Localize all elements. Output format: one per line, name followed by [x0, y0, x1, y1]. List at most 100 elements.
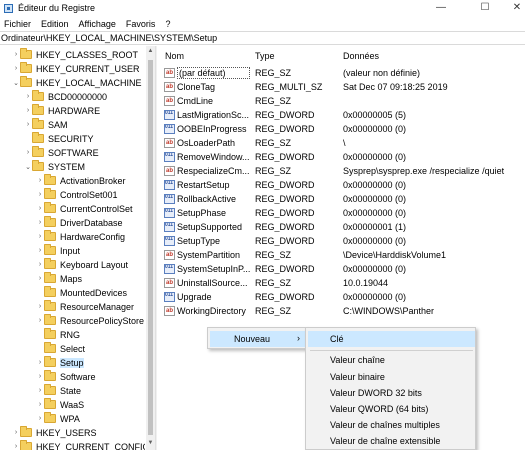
value-row[interactable]: ab SystemPartition REG_SZ \Device\HarddiskV… [158, 248, 525, 262]
value-row[interactable]: 011 110SetupPhase REG_DWORD 0x00000000 (0) [158, 206, 525, 220]
chevron-right-icon[interactable]: › [36, 275, 44, 282]
chevron-right-icon[interactable]: › [36, 317, 44, 324]
tree-node-hardwareconfig[interactable]: › HardwareConfig [36, 230, 125, 243]
menu-item-valeur-binaire[interactable]: Valeur binaire [308, 369, 475, 385]
tree-node-resourcepolicystore[interactable]: › ResourcePolicyStore [36, 314, 144, 327]
chevron-right-icon[interactable]: › [36, 387, 44, 394]
tree-node-state[interactable]: › State [36, 384, 81, 397]
chevron-right-icon[interactable]: › [12, 443, 20, 450]
column-header-data[interactable]: Données [343, 51, 379, 63]
tree-node-system[interactable]: ⌄ SYSTEM [24, 160, 85, 173]
chevron-right-icon[interactable]: › [36, 247, 44, 254]
tree-node-select[interactable]: Select [36, 342, 85, 355]
scroll-up-arrow-icon[interactable]: ▲ [146, 48, 155, 56]
maximize-button[interactable]: ☐ [468, 0, 502, 14]
menu-item-nouveau[interactable]: Nouveau › [210, 331, 306, 347]
tree-scrollbar[interactable]: ▲ ▼ [146, 46, 155, 450]
folder-icon [44, 370, 56, 381]
chevron-right-icon[interactable]: › [24, 149, 32, 156]
tree-node-security[interactable]: SECURITY [24, 132, 94, 145]
tree-node-activationbroker[interactable]: › ActivationBroker [36, 174, 126, 187]
tree-node-keyboardlayout[interactable]: › Keyboard Layout [36, 258, 128, 271]
chevron-right-icon[interactable]: › [36, 177, 44, 184]
chevron-right-icon[interactable]: › [36, 401, 44, 408]
value-row[interactable]: 011 110SetupType REG_DWORD 0x00000000 (0) [158, 234, 525, 248]
menu-edition[interactable]: Edition [41, 19, 69, 29]
chevron-right-icon[interactable]: › [12, 51, 20, 58]
scrollbar-thumb[interactable] [148, 60, 153, 435]
chevron-right-icon[interactable]: › [24, 121, 32, 128]
chevron-right-icon[interactable]: › [12, 429, 20, 436]
tree-node-mounteddevices[interactable]: MountedDevices [36, 286, 127, 299]
chevron-right-icon[interactable]: › [36, 233, 44, 240]
tree-node-driverdatabase[interactable]: › DriverDatabase [36, 216, 123, 229]
address-path[interactable]: Ordinateur\HKEY_LOCAL_MACHINE\SYSTEM\Set… [1, 33, 217, 43]
value-row[interactable]: 011 110LastMigrationSc... REG_DWORD 0x0000… [158, 108, 525, 122]
value-row[interactable]: ab UninstallSource... REG_SZ 10.0.19044 [158, 276, 525, 290]
menu-fichier[interactable]: Fichier [4, 19, 31, 29]
tree-node-hkcr[interactable]: › HKEY_CLASSES_ROOT [12, 48, 138, 61]
chevron-right-icon[interactable]: › [36, 261, 44, 268]
menu-affichage[interactable]: Affichage [79, 19, 116, 29]
value-row[interactable]: 011 110Upgrade REG_DWORD 0x00000000 (0) [158, 290, 525, 304]
value-row[interactable]: 011 110RemoveWindow... REG_DWORD 0x0000000… [158, 150, 525, 164]
tree-node-software-sub[interactable]: › Software [36, 370, 96, 383]
tree-node-hkcc[interactable]: › HKEY_CURRENT_CONFIG [12, 440, 145, 450]
value-row[interactable]: ab CloneTag REG_MULTI_SZ Sat Dec 07 09:18:2… [158, 80, 525, 94]
chevron-right-icon[interactable]: › [36, 373, 44, 380]
value-row[interactable]: 011 110OOBEInProgress REG_DWORD 0x00000000… [158, 122, 525, 136]
column-header-type[interactable]: Type [255, 51, 275, 63]
tree-node-input[interactable]: › Input [36, 244, 80, 257]
tree-node-hkcu[interactable]: › HKEY_CURRENT_USER [12, 62, 140, 75]
menu-help[interactable]: ? [165, 19, 170, 29]
value-row[interactable]: 011 110RollbackActive REG_DWORD 0x00000000… [158, 192, 525, 206]
tree-node-hardware[interactable]: › HARDWARE [24, 104, 100, 117]
tree-node-rng[interactable]: RNG [36, 328, 80, 341]
chevron-right-icon[interactable]: › [36, 359, 44, 366]
value-row[interactable]: ab (par défaut) REG_SZ (valeur non définie) [158, 66, 525, 80]
address-bar[interactable]: Ordinateur\HKEY_LOCAL_MACHINE\SYSTEM\Set… [0, 31, 525, 45]
column-header-name[interactable]: Nom [165, 51, 184, 63]
scroll-down-arrow-icon[interactable]: ▼ [146, 440, 155, 448]
chevron-right-icon[interactable]: › [36, 191, 44, 198]
tree-node-currentcontrolset[interactable]: › CurrentControlSet [36, 202, 133, 215]
value-row[interactable]: 011 110SetupSupported REG_DWORD 0x00000001… [158, 220, 525, 234]
menu-item-valeur-chaine[interactable]: Valeur chaîne [308, 352, 475, 368]
value-row[interactable]: ab CmdLine REG_SZ [158, 94, 525, 108]
value-row[interactable]: ab RespecializeCm... REG_SZ Sysprep\sysprep… [158, 164, 525, 178]
menu-item-cle[interactable]: Clé [308, 331, 475, 347]
menu-favoris[interactable]: Favoris [126, 19, 156, 29]
menu-item-valeur-chaine-extensible[interactable]: Valeur de chaîne extensible [308, 433, 475, 449]
value-row[interactable]: 011 110SystemSetupInP... REG_DWORD 0x00000… [158, 262, 525, 276]
value-type: REG_DWORD [255, 124, 315, 134]
tree-node-resourcemanager[interactable]: › ResourceManager [36, 300, 134, 313]
tree-node-wpa[interactable]: › WPA [36, 412, 80, 425]
tree-node-setup[interactable]: › Setup [36, 356, 84, 369]
tree-node-hku[interactable]: › HKEY_USERS [12, 426, 97, 439]
chevron-right-icon[interactable]: › [36, 415, 44, 422]
tree-node-bcd[interactable]: › BCD00000000 [24, 90, 107, 103]
chevron-down-icon[interactable]: ⌄ [12, 79, 20, 87]
value-row[interactable]: ab WorkingDirectory REG_SZ C:\WINDOWS\Panth… [158, 304, 525, 318]
chevron-right-icon[interactable]: › [12, 65, 20, 72]
chevron-right-icon[interactable]: › [36, 219, 44, 226]
tree-node-hklm[interactable]: ⌄ HKEY_LOCAL_MACHINE [12, 76, 142, 89]
minimize-button[interactable]: — [424, 0, 458, 14]
chevron-right-icon[interactable]: › [36, 303, 44, 310]
close-button[interactable]: ✕ [500, 0, 525, 14]
tree-node-maps[interactable]: › Maps [36, 272, 82, 285]
tree-node-software[interactable]: › SOFTWARE [24, 146, 99, 159]
pane-splitter[interactable] [155, 46, 157, 450]
menu-item-valeur-qword[interactable]: Valeur QWORD (64 bits) [308, 401, 475, 417]
chevron-right-icon[interactable]: › [36, 205, 44, 212]
tree-node-controlset001[interactable]: › ControlSet001 [36, 188, 118, 201]
chevron-right-icon[interactable]: › [24, 93, 32, 100]
menu-item-valeur-chaines-multiples[interactable]: Valeur de chaînes multiples [308, 417, 475, 433]
tree-node-sam[interactable]: › SAM [24, 118, 68, 131]
value-row[interactable]: ab OsLoaderPath REG_SZ \ [158, 136, 525, 150]
chevron-down-icon[interactable]: ⌄ [24, 163, 32, 171]
tree-node-waas[interactable]: › WaaS [36, 398, 84, 411]
menu-item-valeur-dword[interactable]: Valeur DWORD 32 bits [308, 385, 475, 401]
value-row[interactable]: 011 110RestartSetup REG_DWORD 0x00000000 (… [158, 178, 525, 192]
chevron-right-icon[interactable]: › [24, 107, 32, 114]
